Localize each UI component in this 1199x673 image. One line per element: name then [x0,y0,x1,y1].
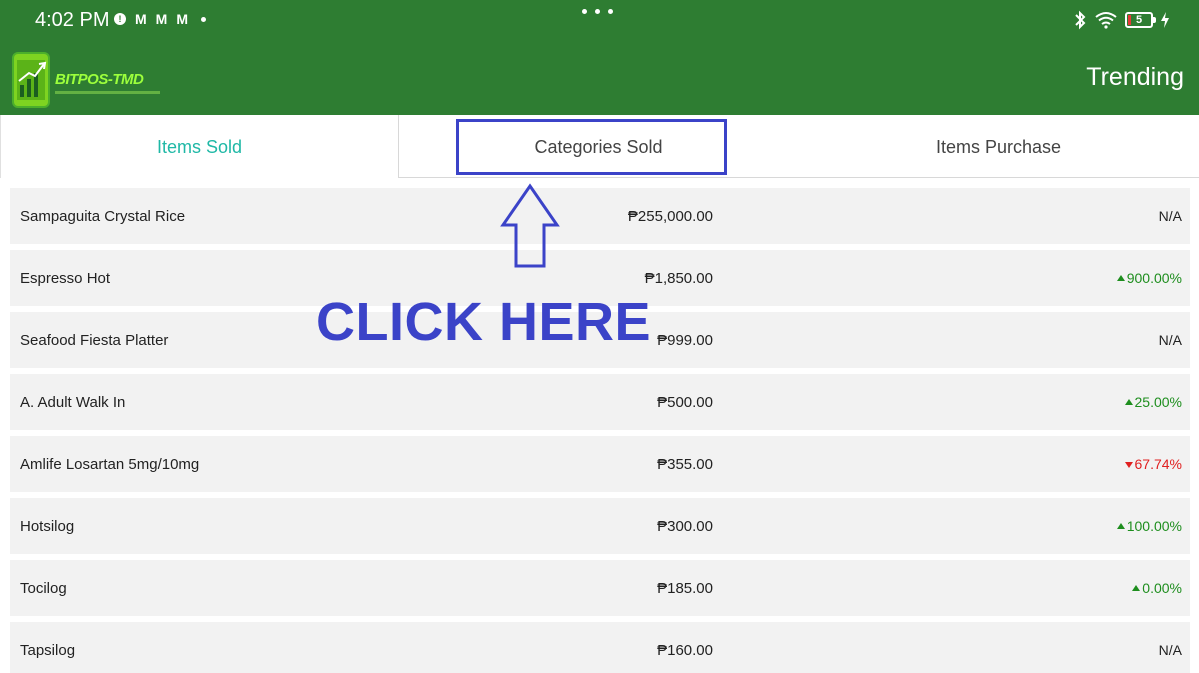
item-change: N/A [1158,332,1182,348]
item-name: Hotsilog [20,518,75,535]
item-name: Tapsilog [20,642,76,659]
notification-icons: ! M M M [114,11,207,27]
change-value: 67.74% [1134,456,1182,472]
gmail-icon: M [135,11,147,27]
battery-level: 5 [1135,14,1143,26]
item-name: Espresso Hot [20,270,111,287]
item-name: Tocilog [20,580,67,597]
bluetooth-icon [1075,10,1086,30]
item-amount: ₱300.00 [657,518,713,535]
item-name: Sampaguita Crystal Rice [20,208,186,225]
item-change: 900.00% [1117,270,1182,286]
status-bar: 4:02 PM ! M M M 5 [0,0,1199,45]
list-item[interactable]: A. Adult Walk In ₱500.00 25.00% [10,374,1190,430]
trending-items-list: Sampaguita Crystal Rice ₱255,000.00 N/A … [0,178,1199,673]
list-item[interactable]: Sampaguita Crystal Rice ₱255,000.00 N/A [10,188,1190,244]
item-change: 25.00% [1125,394,1182,410]
gmail-icon: M [155,11,168,27]
item-change: N/A [1158,642,1182,658]
alert-icon: ! [114,13,126,25]
page-title: Trending [1086,63,1184,91]
item-change: 0.00% [1132,580,1182,596]
item-change: 100.00% [1117,518,1182,534]
change-value: 25.00% [1134,394,1182,410]
system-icons: 5 [1073,10,1169,30]
arrow-up-icon [500,183,560,268]
item-change: 67.74% [1125,456,1182,472]
item-amount: ₱355.00 [657,456,713,473]
battery-icon: 5 [1125,12,1156,28]
list-item[interactable]: Hotsilog ₱300.00 100.00% [10,498,1190,554]
change-value: 100.00% [1126,518,1182,534]
change-value: 900.00% [1126,270,1182,286]
item-amount: ₱160.00 [657,642,713,659]
list-item[interactable]: Tocilog ₱185.00 0.00% [10,560,1190,616]
item-amount: ₱999.00 [657,332,713,349]
phone-chart-logo-icon [12,52,50,108]
gmail-icon: M [176,11,189,27]
multitask-handle-icon[interactable] [582,9,613,14]
list-item[interactable]: Amlife Losartan 5mg/10mg ₱355.00 67.74% [10,436,1190,492]
item-name: Amlife Losartan 5mg/10mg [20,456,200,473]
dot-icon [201,16,207,22]
item-name: Seafood Fiesta Platter [20,332,169,349]
status-time: 4:02 PM [35,9,110,31]
app-logo: BITPOS-TMD [11,51,181,111]
wifi-icon [1095,12,1117,29]
charging-icon [1161,12,1169,28]
click-here-label: CLICK HERE [316,292,652,352]
change-value: 0.00% [1142,580,1182,596]
item-amount: ₱500.00 [657,394,713,411]
item-change: N/A [1158,208,1182,224]
item-amount: ₱185.00 [657,580,713,597]
logo-tagline [55,91,160,94]
tab-items-sold[interactable]: Items Sold [0,115,398,178]
item-amount: ₱255,000.00 [627,208,713,225]
app-bar: BITPOS-TMD Trending [0,45,1199,115]
item-name: A. Adult Walk In [20,394,126,411]
tab-items-purchase[interactable]: Items Purchase [798,115,1199,178]
logo-text: BITPOS-TMD [55,71,144,88]
item-amount: ₱1,850.00 [644,270,713,287]
highlight-box [456,119,727,175]
list-item[interactable]: Tapsilog ₱160.00 N/A [10,622,1190,673]
